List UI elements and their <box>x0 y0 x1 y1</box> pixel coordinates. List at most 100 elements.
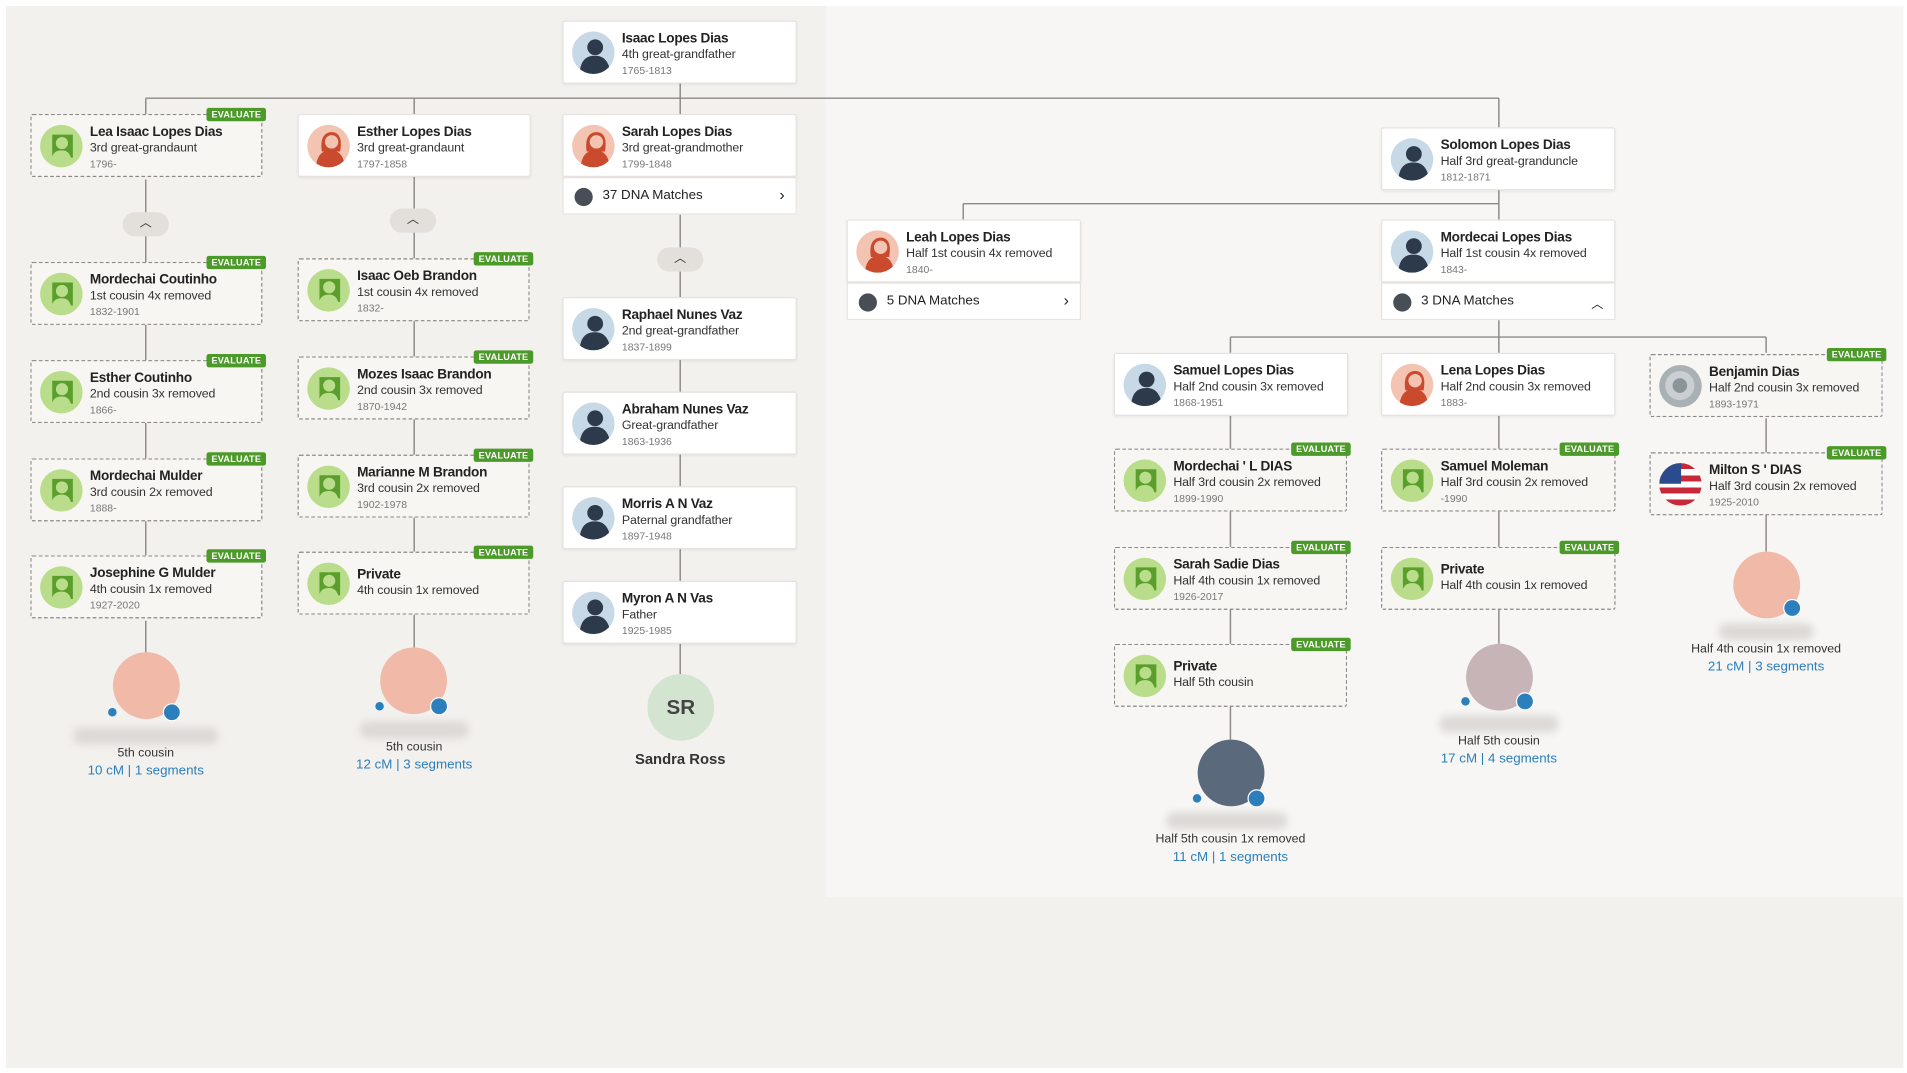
person-card[interactable]: Solomon Lopes Dias Half 3rd great-grandu… <box>1381 127 1616 191</box>
person-name: Isaac Oeb Brandon <box>357 269 477 284</box>
new-match-dot <box>1192 794 1202 803</box>
person-card[interactable]: Myron A N Vas Father 1925-1985 <box>562 580 797 644</box>
person-card[interactable]: EVALUATE Isaac Oeb Brandon 1st cousin 4x… <box>297 252 534 322</box>
person-card[interactable]: Leah Lopes Dias Half 1st cousin 4x remov… <box>846 219 1082 283</box>
person-card[interactable]: EVALUATE Josephine G Mulder 4th cousin 1… <box>30 549 267 619</box>
person-card[interactable]: Morris A N Vaz Paternal grandfather 1897… <box>562 486 797 550</box>
self-avatar[interactable]: SR <box>647 674 715 741</box>
person-card[interactable]: Sarah Lopes Dias 3rd great-grandmother 1… <box>562 113 797 178</box>
person-card[interactable]: EVALUATE Sarah Sadie Dias Half 4th cousi… <box>1113 540 1351 610</box>
person-name: Sarah Sadie Dias <box>1173 557 1280 573</box>
evaluate-badge[interactable]: EVALUATE <box>206 354 267 368</box>
evaluate-badge[interactable]: EVALUATE <box>1826 347 1887 362</box>
person-card[interactable]: EVALUATE Esther Coutinho 2nd cousin 3x r… <box>30 354 267 424</box>
person-card[interactable]: Abraham Nunes Vaz Great-grandfather 1863… <box>562 391 797 455</box>
match-cm-link[interactable]: 10 cM | 1 segments <box>88 764 204 779</box>
stage: Isaac Lopes Dias 4th great-grandfather 1… <box>0 0 1907 1073</box>
dna-matches-button[interactable]: 5 DNA Matches › <box>846 282 1082 321</box>
evaluate-badge[interactable]: EVALUATE <box>1291 637 1351 652</box>
evaluate-badge[interactable]: EVALUATE <box>473 350 534 364</box>
person-relationship: Half 3rd great-granduncle <box>1440 155 1578 169</box>
person-name: Esther Lopes Dias <box>357 124 472 140</box>
leaf-hint-avatar-icon <box>307 367 350 410</box>
evaluate-badge[interactable]: EVALUATE <box>206 107 267 122</box>
leaf-hint-avatar-icon <box>40 124 83 168</box>
evaluate-badge[interactable]: EVALUATE <box>1559 442 1620 456</box>
evaluate-badge[interactable]: EVALUATE <box>1559 540 1620 555</box>
evaluate-badge[interactable]: EVALUATE <box>1291 540 1351 555</box>
evaluate-badge[interactable]: EVALUATE <box>473 545 534 559</box>
person-card[interactable]: EVALUATE Marianne M Brandon 3rd cousin 2… <box>297 448 534 518</box>
person-dates: -1990 <box>1440 492 1468 505</box>
person-name: Lea Isaac Lopes Dias <box>89 124 223 140</box>
match-relationship: Half 4th cousin 1x removed <box>1691 642 1842 656</box>
evaluate-badge[interactable]: EVALUATE <box>473 252 534 266</box>
collapse-button[interactable]: ︿ <box>389 208 437 233</box>
dna-matches-button[interactable]: 37 DNA Matches › <box>562 177 797 215</box>
chevron-right-icon: › <box>1063 290 1069 310</box>
match-relationship: 5th cousin <box>117 746 174 761</box>
person-name: Josephine G Mulder <box>89 566 216 581</box>
person-card[interactable]: Esther Lopes Dias 3rd great-grandaunt 17… <box>297 113 531 178</box>
person-card[interactable]: EVALUATE Samuel Moleman Half 3rd cousin … <box>1381 442 1620 512</box>
person-name: Milton S ' DIAS <box>1709 463 1802 478</box>
person-card[interactable]: EVALUATE Lea Isaac Lopes Dias 3rd great-… <box>30 107 267 178</box>
match-cm-link[interactable]: 11 cM | 1 segments <box>1173 850 1288 865</box>
person-relationship: 4th cousin 1x removed <box>89 583 212 597</box>
evaluate-badge[interactable]: EVALUATE <box>206 549 267 563</box>
person-name: Private <box>357 567 401 582</box>
person-card[interactable]: EVALUATE Mordechai ' L DIAS Half 3rd cou… <box>1113 442 1351 512</box>
chevron-right-icon: › <box>779 185 785 204</box>
person-card[interactable]: EVALUATE Mordechai Coutinho 1st cousin 4… <box>30 255 267 325</box>
collapse-button[interactable]: ︿ <box>657 247 704 272</box>
person-relationship: Half 5th cousin <box>1173 676 1254 690</box>
person-name: Solomon Lopes Dias <box>1440 138 1571 153</box>
match-cm-link[interactable]: 21 cM | 3 segments <box>1708 660 1824 675</box>
person-card[interactable]: EVALUATE Mordechai Mulder 3rd cousin 2x … <box>30 452 267 522</box>
leaf-hint-avatar-icon <box>307 562 350 606</box>
male-avatar-icon <box>1123 363 1167 407</box>
person-dates: 1832-1901 <box>89 305 140 318</box>
evaluate-badge[interactable]: EVALUATE <box>1826 446 1887 460</box>
evaluate-badge[interactable]: EVALUATE <box>473 448 534 462</box>
blurred-name <box>1718 623 1814 641</box>
person-name: Mordecai Lopes Dias <box>1440 230 1573 245</box>
person-card[interactable]: EVALUATE Mozes Isaac Brandon 2nd cousin … <box>297 350 534 420</box>
leaf-hint-avatar-icon <box>1390 557 1434 601</box>
dna-matches-button[interactable]: 3 DNA Matches ︿ <box>1381 282 1616 321</box>
person-card[interactable]: Lena Lopes Dias Half 2nd cousin 3x remov… <box>1381 352 1616 416</box>
person-card[interactable]: EVALUATE Private Half 5th cousin <box>1113 637 1351 707</box>
dna-badge-icon <box>1247 789 1266 808</box>
person-dates: 1797-1858 <box>357 157 408 170</box>
person-card[interactable]: EVALUATE Benjamin Dias Half 2nd cousin 3… <box>1649 347 1887 418</box>
blurred-name <box>1166 812 1288 830</box>
male-avatar-icon <box>572 497 615 540</box>
leaf-hint-avatar-icon <box>40 469 83 512</box>
person-card-root[interactable]: Isaac Lopes Dias 4th great-grandfather 1… <box>562 20 797 84</box>
person-card[interactable]: Raphael Nunes Vaz 2nd great-grandfather … <box>562 297 797 361</box>
person-relationship: 1st cousin 4x removed <box>357 286 479 300</box>
male-avatar-icon <box>1390 230 1434 273</box>
person-relationship: Half 3rd cousin 2x removed <box>1440 476 1589 490</box>
person-card[interactable]: Mordecai Lopes Dias Half 1st cousin 4x r… <box>1381 219 1616 283</box>
evaluate-badge[interactable]: EVALUATE <box>206 452 267 466</box>
dna-badge-icon <box>1515 692 1535 711</box>
person-dates: 1868-1951 <box>1173 396 1224 409</box>
leaf-hint-avatar-icon <box>1123 459 1167 502</box>
person-card[interactable]: EVALUATE Private 4th cousin 1x removed <box>297 545 534 615</box>
evaluate-badge[interactable]: EVALUATE <box>1291 442 1351 456</box>
evaluate-badge[interactable]: EVALUATE <box>206 255 267 270</box>
leaf-hint-avatar-icon <box>1123 557 1167 601</box>
person-relationship: Half 2nd cousin 3x removed <box>1440 380 1591 395</box>
tree-canvas[interactable]: Isaac Lopes Dias 4th great-grandfather 1… <box>0 0 1907 1073</box>
match-relationship: 5th cousin <box>385 740 443 755</box>
match-cm-link[interactable]: 17 cM | 4 segments <box>1441 752 1557 767</box>
person-card[interactable]: EVALUATE Private Half 4th cousin 1x remo… <box>1381 540 1620 610</box>
match-cm-link[interactable]: 12 cM | 3 segments <box>356 758 472 773</box>
person-name: Mozes Isaac Brandon <box>357 367 492 382</box>
collapse-button[interactable]: ︿ <box>122 212 169 237</box>
person-relationship: 3rd cousin 2x removed <box>89 486 213 500</box>
person-card[interactable]: EVALUATE Milton S ' DIAS Half 3rd cousin… <box>1649 446 1887 516</box>
person-dates: 1925-1985 <box>621 624 672 637</box>
person-card[interactable]: Samuel Lopes Dias Half 2nd cousin 3x rem… <box>1113 352 1349 416</box>
